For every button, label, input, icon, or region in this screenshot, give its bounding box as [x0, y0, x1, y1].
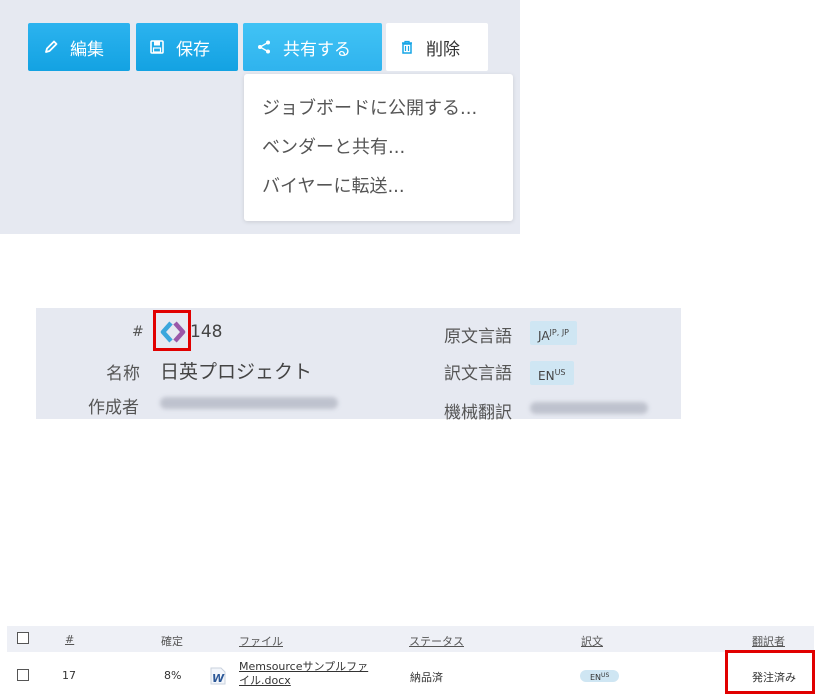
column-header-status[interactable]: ステータス — [409, 633, 464, 649]
project-name-value: 日英プロジェクト — [160, 361, 313, 383]
pencil-icon — [42, 38, 60, 56]
column-header-translator[interactable]: 翻訳者 — [752, 633, 785, 649]
share-icon — [255, 38, 273, 56]
target-language-label: 訳文言語 — [444, 364, 512, 384]
row-status: 納品済 — [410, 671, 443, 684]
project-id-label: # — [132, 324, 144, 340]
target-language-badge: ENUS — [530, 361, 574, 385]
project-id-value: 148 — [190, 322, 223, 342]
share-button[interactable]: 共有する — [243, 23, 382, 71]
column-header-confirmed: 確定 — [161, 635, 183, 648]
menu-item-share-with-vendor[interactable]: ベンダーと共有... — [244, 130, 513, 169]
edit-button-label: 編集 — [70, 39, 104, 60]
source-language-label: 原文言語 — [444, 327, 512, 347]
project-info-panel: # 148 名称 日英プロジェクト 作成者 原文言語 JAJP, JP 訳文言語… — [36, 308, 681, 423]
file-name-link[interactable]: Memsourceサンプルファイル.docx — [239, 660, 379, 688]
row-confirmed-percent: 8% — [164, 669, 182, 682]
share-dropdown-menu: ジョブボードに公開する... ベンダーと共有... バイヤーに転送... — [244, 74, 513, 221]
svg-text:W: W — [212, 672, 225, 685]
toolbar-panel: 編集 保存 共有する 削除 ジョブボードに公開する... ベンダーと共有... … — [0, 0, 520, 234]
delete-button[interactable]: 削除 — [386, 23, 488, 71]
project-name-label: 名称 — [106, 364, 140, 384]
select-all-checkbox[interactable] — [17, 632, 29, 644]
column-header-number[interactable]: # — [65, 633, 74, 646]
share-button-label: 共有する — [283, 39, 351, 60]
table-header-row: # 確定 ファイル ステータス 訳文 翻訳者 — [7, 626, 814, 652]
row-target-language-pill: ENUS — [580, 670, 620, 682]
highlight-box-translator — [725, 650, 815, 694]
highlight-box-logo — [153, 310, 191, 351]
save-button[interactable]: 保存 — [136, 23, 238, 71]
save-button-label: 保存 — [176, 39, 210, 60]
edit-button[interactable]: 編集 — [28, 23, 130, 71]
delete-button-label: 削除 — [426, 39, 460, 60]
menu-item-publish-job-board[interactable]: ジョブボードに公開する... — [244, 91, 513, 130]
machine-translation-label: 機械翻訳 — [444, 403, 512, 423]
menu-item-forward-to-buyer[interactable]: バイヤーに転送... — [244, 169, 513, 208]
column-header-target[interactable]: 訳文 — [581, 633, 603, 649]
trash-icon — [398, 38, 416, 56]
created-by-value-redacted — [160, 397, 338, 409]
floppy-disk-icon — [148, 38, 166, 56]
row-number: 17 — [62, 669, 76, 682]
created-by-label: 作成者 — [88, 398, 139, 418]
row-checkbox[interactable] — [17, 669, 29, 681]
machine-translation-value-redacted — [530, 402, 648, 414]
source-language-badge: JAJP, JP — [530, 321, 577, 345]
word-doc-icon: W — [210, 667, 226, 685]
column-header-file[interactable]: ファイル — [239, 633, 283, 649]
